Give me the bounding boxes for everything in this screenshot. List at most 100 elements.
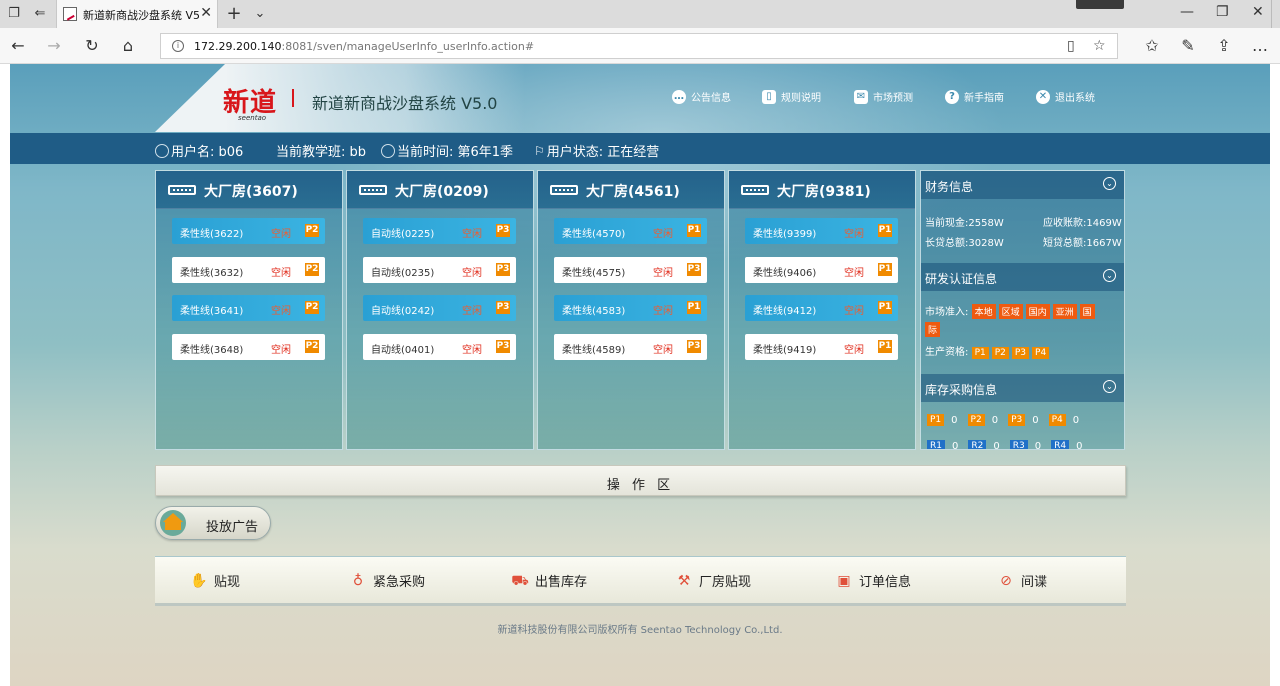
factory-discount-label: 厂房贴现 (699, 575, 752, 590)
line-name: 柔性线(4583) (562, 306, 626, 317)
production-line[interactable]: 自动线(0242) 空闲 P3 (363, 295, 516, 321)
production-line[interactable]: 柔性线(3622) 空闲 P2 (172, 218, 325, 244)
operation-area-title: 操 作 区 (606, 478, 675, 493)
hand-coin-icon: ✋ (190, 572, 208, 589)
market-tag: 际 (925, 322, 941, 337)
back-tab-icon[interactable]: ⇐ (32, 6, 48, 22)
pen-icon[interactable]: ✎ (1178, 36, 1198, 56)
address-text[interactable]: 172.29.200.140:8081/sven/manageUserInfo_… (194, 40, 534, 53)
production-line[interactable]: 自动线(0401) 空闲 P3 (363, 334, 516, 360)
home-icon (160, 510, 186, 536)
cash-value: 当前现金:2558W (925, 218, 1004, 229)
line-name: 自动线(0401) (371, 345, 435, 356)
action-bar: ✋ 贴现 ♁ 紧急采购 ⛟ 出售库存 ⚒ 厂房贴现 ▣ 订单信息 ⊘ 间谍 (155, 556, 1126, 606)
production-line[interactable]: 柔性线(3632) 空闲 P2 (172, 257, 325, 283)
product-badge: P2 (305, 340, 319, 353)
factory-header: 大厂房(3607) (156, 171, 342, 209)
share-icon[interactable]: ⇪ (1214, 36, 1234, 56)
production-line[interactable]: 柔性线(3648) 空闲 P2 (172, 334, 325, 360)
close-circle-icon: ✕ (1036, 89, 1050, 104)
line-status: 空闲 (462, 229, 482, 240)
refresh-icon[interactable]: ↻ (82, 36, 102, 56)
current-time-text: 当前时间: 第6年1季 (397, 145, 514, 160)
compass-icon: ⊘ (1000, 572, 1012, 589)
operation-area-bar: 操 作 区 (155, 465, 1126, 496)
inventory-key: R4 (1051, 440, 1070, 449)
factory-card: 大厂房(9381) 柔性线(9399) 空闲 P1 柔性线(9406) 空闲 P1 柔性… (728, 170, 916, 450)
line-name: 柔性线(9412) (753, 306, 817, 317)
nav-logout[interactable]: ✕ 退出系统 (1036, 89, 1095, 104)
production-line[interactable]: 自动线(0225) 空闲 P3 (363, 218, 516, 244)
place-ad-button[interactable]: 投放广告 (155, 506, 271, 540)
inventory-key: R3 (1009, 440, 1028, 449)
line-status: 空闲 (462, 268, 482, 279)
spy-button[interactable]: ⊘ 间谍 (997, 571, 1047, 591)
favorite-star-icon[interactable]: ☆ (1093, 38, 1106, 54)
line-name: 自动线(0225) (371, 229, 435, 240)
market-tag: 国 (1079, 304, 1095, 319)
site-info-icon[interactable]: i (172, 40, 184, 52)
tab-close-icon[interactable]: ✕ (200, 5, 212, 21)
inventory-count: 0 (993, 440, 1000, 450)
chevron-down-icon[interactable]: ⌄ (1103, 380, 1116, 393)
home-icon[interactable]: ⌂ (118, 36, 138, 56)
production-line[interactable]: 自动线(0235) 空闲 P3 (363, 257, 516, 283)
maximize-icon[interactable]: ❐ (1216, 4, 1229, 20)
minimize-icon[interactable]: — (1180, 4, 1194, 20)
factory-icon (168, 185, 196, 195)
line-status: 空闲 (271, 345, 291, 356)
line-name: 柔性线(3641) (180, 306, 244, 317)
nav-rules[interactable]: ▯ 规则说明 (762, 89, 821, 104)
new-tab-icon[interactable]: + (226, 5, 242, 23)
favicon-icon (63, 7, 77, 21)
nav-guide[interactable]: ? 新手指南 (945, 89, 1004, 104)
product-badge: P1 (878, 340, 892, 353)
production-line[interactable]: 柔性线(4575) 空闲 P3 (554, 257, 707, 283)
logo-separator (292, 89, 294, 107)
forward-icon[interactable]: → (44, 36, 64, 56)
chevron-down-icon[interactable]: ⌄ (1103, 269, 1116, 282)
production-line[interactable]: 柔性线(9412) 空闲 P1 (745, 295, 898, 321)
order-icon: ▣ (837, 572, 851, 589)
nav-guide-label: 新手指南 (964, 93, 1004, 104)
place-ad-label: 投放广告 (206, 520, 259, 535)
nav-announcement[interactable]: … 公告信息 (672, 89, 731, 104)
market-tag: 本地 (971, 304, 996, 319)
browser-tab[interactable]: 新道新商战沙盘系统 V5 ✕ (56, 0, 218, 28)
user-status-text: 用户状态: 正在经营 (546, 145, 660, 160)
address-bar[interactable]: i 172.29.200.140:8081/sven/manageUserInf… (160, 33, 1118, 59)
line-status: 空闲 (844, 345, 864, 356)
production-line[interactable]: 柔性线(9406) 空闲 P1 (745, 257, 898, 283)
inventory-key: P1 (927, 414, 945, 426)
inventory-key: R2 (968, 440, 987, 449)
long-loan-value: 长贷总额:3028W (925, 238, 1004, 249)
production-line[interactable]: 柔性线(4589) 空闲 P3 (554, 334, 707, 360)
factory-name: 大厂房(3607) (204, 184, 298, 200)
footer-copyright: 新道科技股份有限公司版权所有 Seentao Technology Co.,Lt… (497, 625, 783, 636)
discount-button[interactable]: ✋ 贴现 (190, 571, 240, 591)
production-line[interactable]: 柔性线(9419) 空闲 P1 (745, 334, 898, 360)
more-icon[interactable]: … (1250, 36, 1270, 56)
inventory-header[interactable]: 库存采购信息 ⌄ (921, 374, 1124, 402)
favorites-hub-icon[interactable]: ✩ (1142, 36, 1162, 56)
chevron-down-icon[interactable]: ⌄ (1103, 177, 1116, 190)
reading-view-icon[interactable]: ▯ (1067, 38, 1075, 54)
urgent-purchase-button[interactable]: ♁ 紧急采购 (349, 571, 425, 591)
window-close-icon[interactable]: ✕ (1252, 4, 1264, 20)
production-line[interactable]: 柔性线(3641) 空闲 P2 (172, 295, 325, 321)
rnd-header[interactable]: 研发认证信息 ⌄ (921, 263, 1124, 291)
production-line[interactable]: 柔性线(9399) 空闲 P1 (745, 218, 898, 244)
product-tag: P4 (1032, 347, 1050, 359)
tab-list-chevron-icon[interactable]: ⌄ (252, 6, 268, 22)
order-info-button[interactable]: ▣ 订单信息 (835, 571, 911, 591)
tab-actions-icon[interactable]: ❐ (6, 6, 22, 22)
back-icon[interactable]: ← (8, 36, 28, 56)
production-line[interactable]: 柔性线(4570) 空闲 P1 (554, 218, 707, 244)
sell-inventory-button[interactable]: ⛟ 出售库存 (511, 571, 587, 591)
factory-discount-button[interactable]: ⚒ 厂房贴现 (675, 571, 752, 591)
finance-header[interactable]: 财务信息 ⌄ (921, 171, 1124, 199)
factory-icon (550, 185, 578, 195)
nav-forecast[interactable]: ✉ 市场预测 (854, 89, 913, 104)
production-line[interactable]: 柔性线(4583) 空闲 P1 (554, 295, 707, 321)
line-status: 空闲 (653, 306, 673, 317)
